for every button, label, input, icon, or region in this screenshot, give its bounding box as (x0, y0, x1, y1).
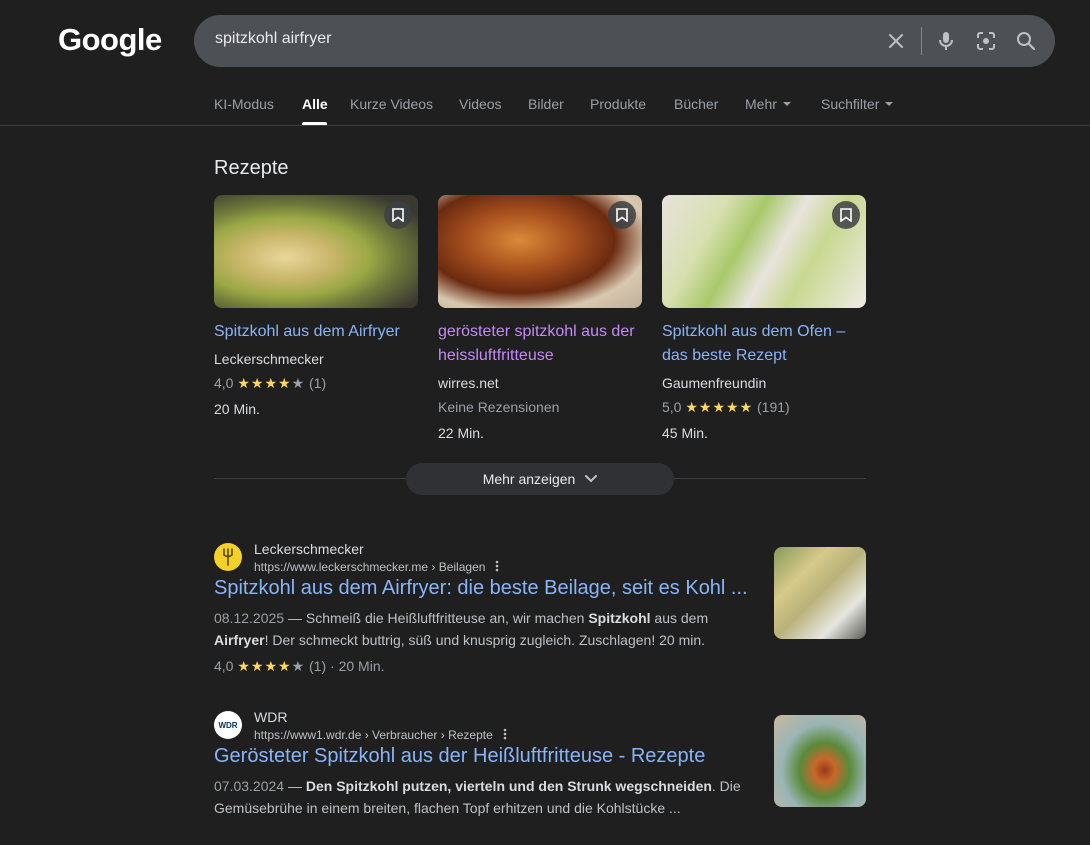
snippet-text: Schmeiß die Heißluftfritteuse an, wir ma… (305, 610, 589, 626)
bookmark-icon[interactable] (608, 201, 636, 229)
bookmark-icon[interactable] (832, 201, 860, 229)
search-result: Leckerschmecker https://www.leckerschmec… (214, 541, 866, 681)
rating-value: 4,0 (214, 375, 234, 391)
site-url[interactable]: https://www.leckerschmecker.me › Beilage… (254, 560, 499, 575)
tab-mehr[interactable]: Mehr (745, 96, 791, 112)
rating-value: 4,0 (214, 658, 234, 674)
recipe-image[interactable] (214, 195, 418, 308)
search-input[interactable]: spitzkohl airfryer (215, 30, 331, 48)
rating-count: (191) (757, 399, 790, 415)
show-more-label: Mehr anzeigen (482, 471, 576, 487)
recipe-rating: 5,0 ★★★★★ (191) (662, 394, 866, 420)
tab-buecher[interactable]: Bücher (674, 96, 718, 112)
search-tabs: KI-Modus Alle Kurze Videos Videos Bilder… (0, 84, 1090, 126)
tab-alle[interactable]: Alle (302, 96, 328, 112)
more-options-icon[interactable] (495, 560, 499, 575)
snippet-highlight: Den Spitzkohl putzen, vierteln und den S… (305, 778, 712, 794)
tab-ki-modus[interactable]: KI-Modus (214, 96, 274, 112)
snippet-highlight: Spitzkohl (588, 610, 651, 626)
recipe-time: 45 Min. (662, 425, 708, 441)
result-snippet: 07.03.2024 — Den Spitzkohl putzen, viert… (214, 778, 741, 816)
result-time: 20 Min. (338, 658, 385, 674)
result-thumbnail[interactable] (774, 547, 866, 639)
snippet-highlight: Airfryer (214, 632, 265, 648)
rating-count: (1) (309, 375, 327, 391)
result-date: 08.12.2025 (214, 610, 285, 626)
recipe-title-link[interactable]: gerösteter spitzkohl aus der heissluftfr… (438, 320, 642, 368)
site-url-text: https://www.leckerschmecker.me › Beilage… (254, 560, 486, 574)
snippet-text: aus dem (650, 610, 709, 626)
tab-suchfilter[interactable]: Suchfilter (821, 96, 894, 112)
recipe-title-link[interactable]: Spitzkohl aus dem Airfryer (214, 320, 418, 344)
recipe-title-link[interactable]: Spitzkohl aus dem Ofen – das beste Rezep… (662, 320, 866, 368)
tab-produkte[interactable]: Produkte (590, 96, 646, 112)
more-options-icon[interactable] (503, 728, 507, 743)
search-result: WDR WDR https://www1.wdr.de › Verbrauche… (214, 709, 866, 839)
recipe-source: Leckerschmecker (214, 351, 324, 367)
tab-bilder[interactable]: Bilder (528, 96, 564, 112)
tab-kurze-videos[interactable]: Kurze Videos (350, 96, 433, 112)
result-title-link[interactable]: Spitzkohl aus dem Airfryer: die beste Be… (214, 577, 754, 600)
show-more-button[interactable]: Mehr anzeigen (406, 463, 674, 495)
recipe-time: 22 Min. (438, 425, 484, 441)
result-rating: 4,0 ★★★★★ (1) · 20 Min. (214, 658, 385, 674)
wdr-favicon-icon[interactable]: WDR (214, 711, 242, 739)
recipe-card[interactable]: Spitzkohl aus dem Ofen – das beste Rezep… (662, 195, 866, 446)
google-logo[interactable]: Google (58, 22, 162, 58)
recipe-time: 20 Min. (214, 401, 260, 417)
clear-icon[interactable] (884, 29, 908, 53)
snippet-text: ! Der schmeckt buttrig, süß und knusprig… (264, 632, 706, 648)
recipe-image[interactable] (662, 195, 866, 308)
rating-value: 5,0 (662, 399, 682, 415)
wdr-favicon-text: WDR (218, 720, 238, 730)
recipe-card[interactable]: gerösteter spitzkohl aus der heissluftfr… (438, 195, 642, 446)
camera-search-icon[interactable] (974, 29, 998, 53)
recipe-source: wirres.net (438, 375, 499, 391)
search-bar[interactable]: spitzkohl airfryer (194, 15, 1055, 67)
tab-mehr-label: Mehr (745, 96, 777, 112)
chevron-down-icon (585, 475, 598, 483)
rating-count: (1) (309, 658, 327, 674)
tab-videos[interactable]: Videos (459, 96, 502, 112)
result-title-link[interactable]: Gerösteter Spitzkohl aus der Heißluftfri… (214, 745, 754, 768)
recipes-title: Rezepte (214, 157, 289, 179)
result-thumbnail[interactable] (774, 715, 866, 807)
recipe-rating: 4,0 ★★★★★ (1) (214, 370, 418, 396)
search-divider (921, 27, 922, 55)
chevron-down-icon (885, 102, 894, 107)
recipe-image[interactable] (438, 195, 642, 308)
recipe-source: Gaumenfreundin (662, 375, 767, 391)
recipe-card[interactable]: Spitzkohl aus dem Airfryer Leckerschmeck… (214, 195, 418, 422)
result-snippet: 08.12.2025 — Schmeiß die Heißluftfritteu… (214, 610, 709, 648)
result-date: 07.03.2024 (214, 778, 285, 794)
active-tab-indicator (302, 122, 327, 125)
star-rating-icon: ★★★★★ (685, 399, 754, 415)
chevron-down-icon (782, 102, 791, 107)
site-name[interactable]: Leckerschmecker (254, 541, 364, 557)
recipe-no-reviews: Keine Rezensionen (438, 399, 560, 415)
microphone-icon[interactable] (934, 29, 958, 53)
bookmark-icon[interactable] (384, 201, 412, 229)
search-icon[interactable] (1014, 29, 1038, 53)
tab-suchfilter-label: Suchfilter (821, 96, 880, 112)
site-url-text: https://www1.wdr.de › Verbraucher › Reze… (254, 728, 493, 742)
leckerschmecker-favicon-icon[interactable] (214, 543, 242, 571)
star-rating-icon: ★★★★★ (237, 375, 306, 391)
site-url[interactable]: https://www1.wdr.de › Verbraucher › Reze… (254, 728, 507, 743)
site-name[interactable]: WDR (254, 709, 287, 725)
star-rating-icon: ★★★★★ (237, 658, 306, 674)
